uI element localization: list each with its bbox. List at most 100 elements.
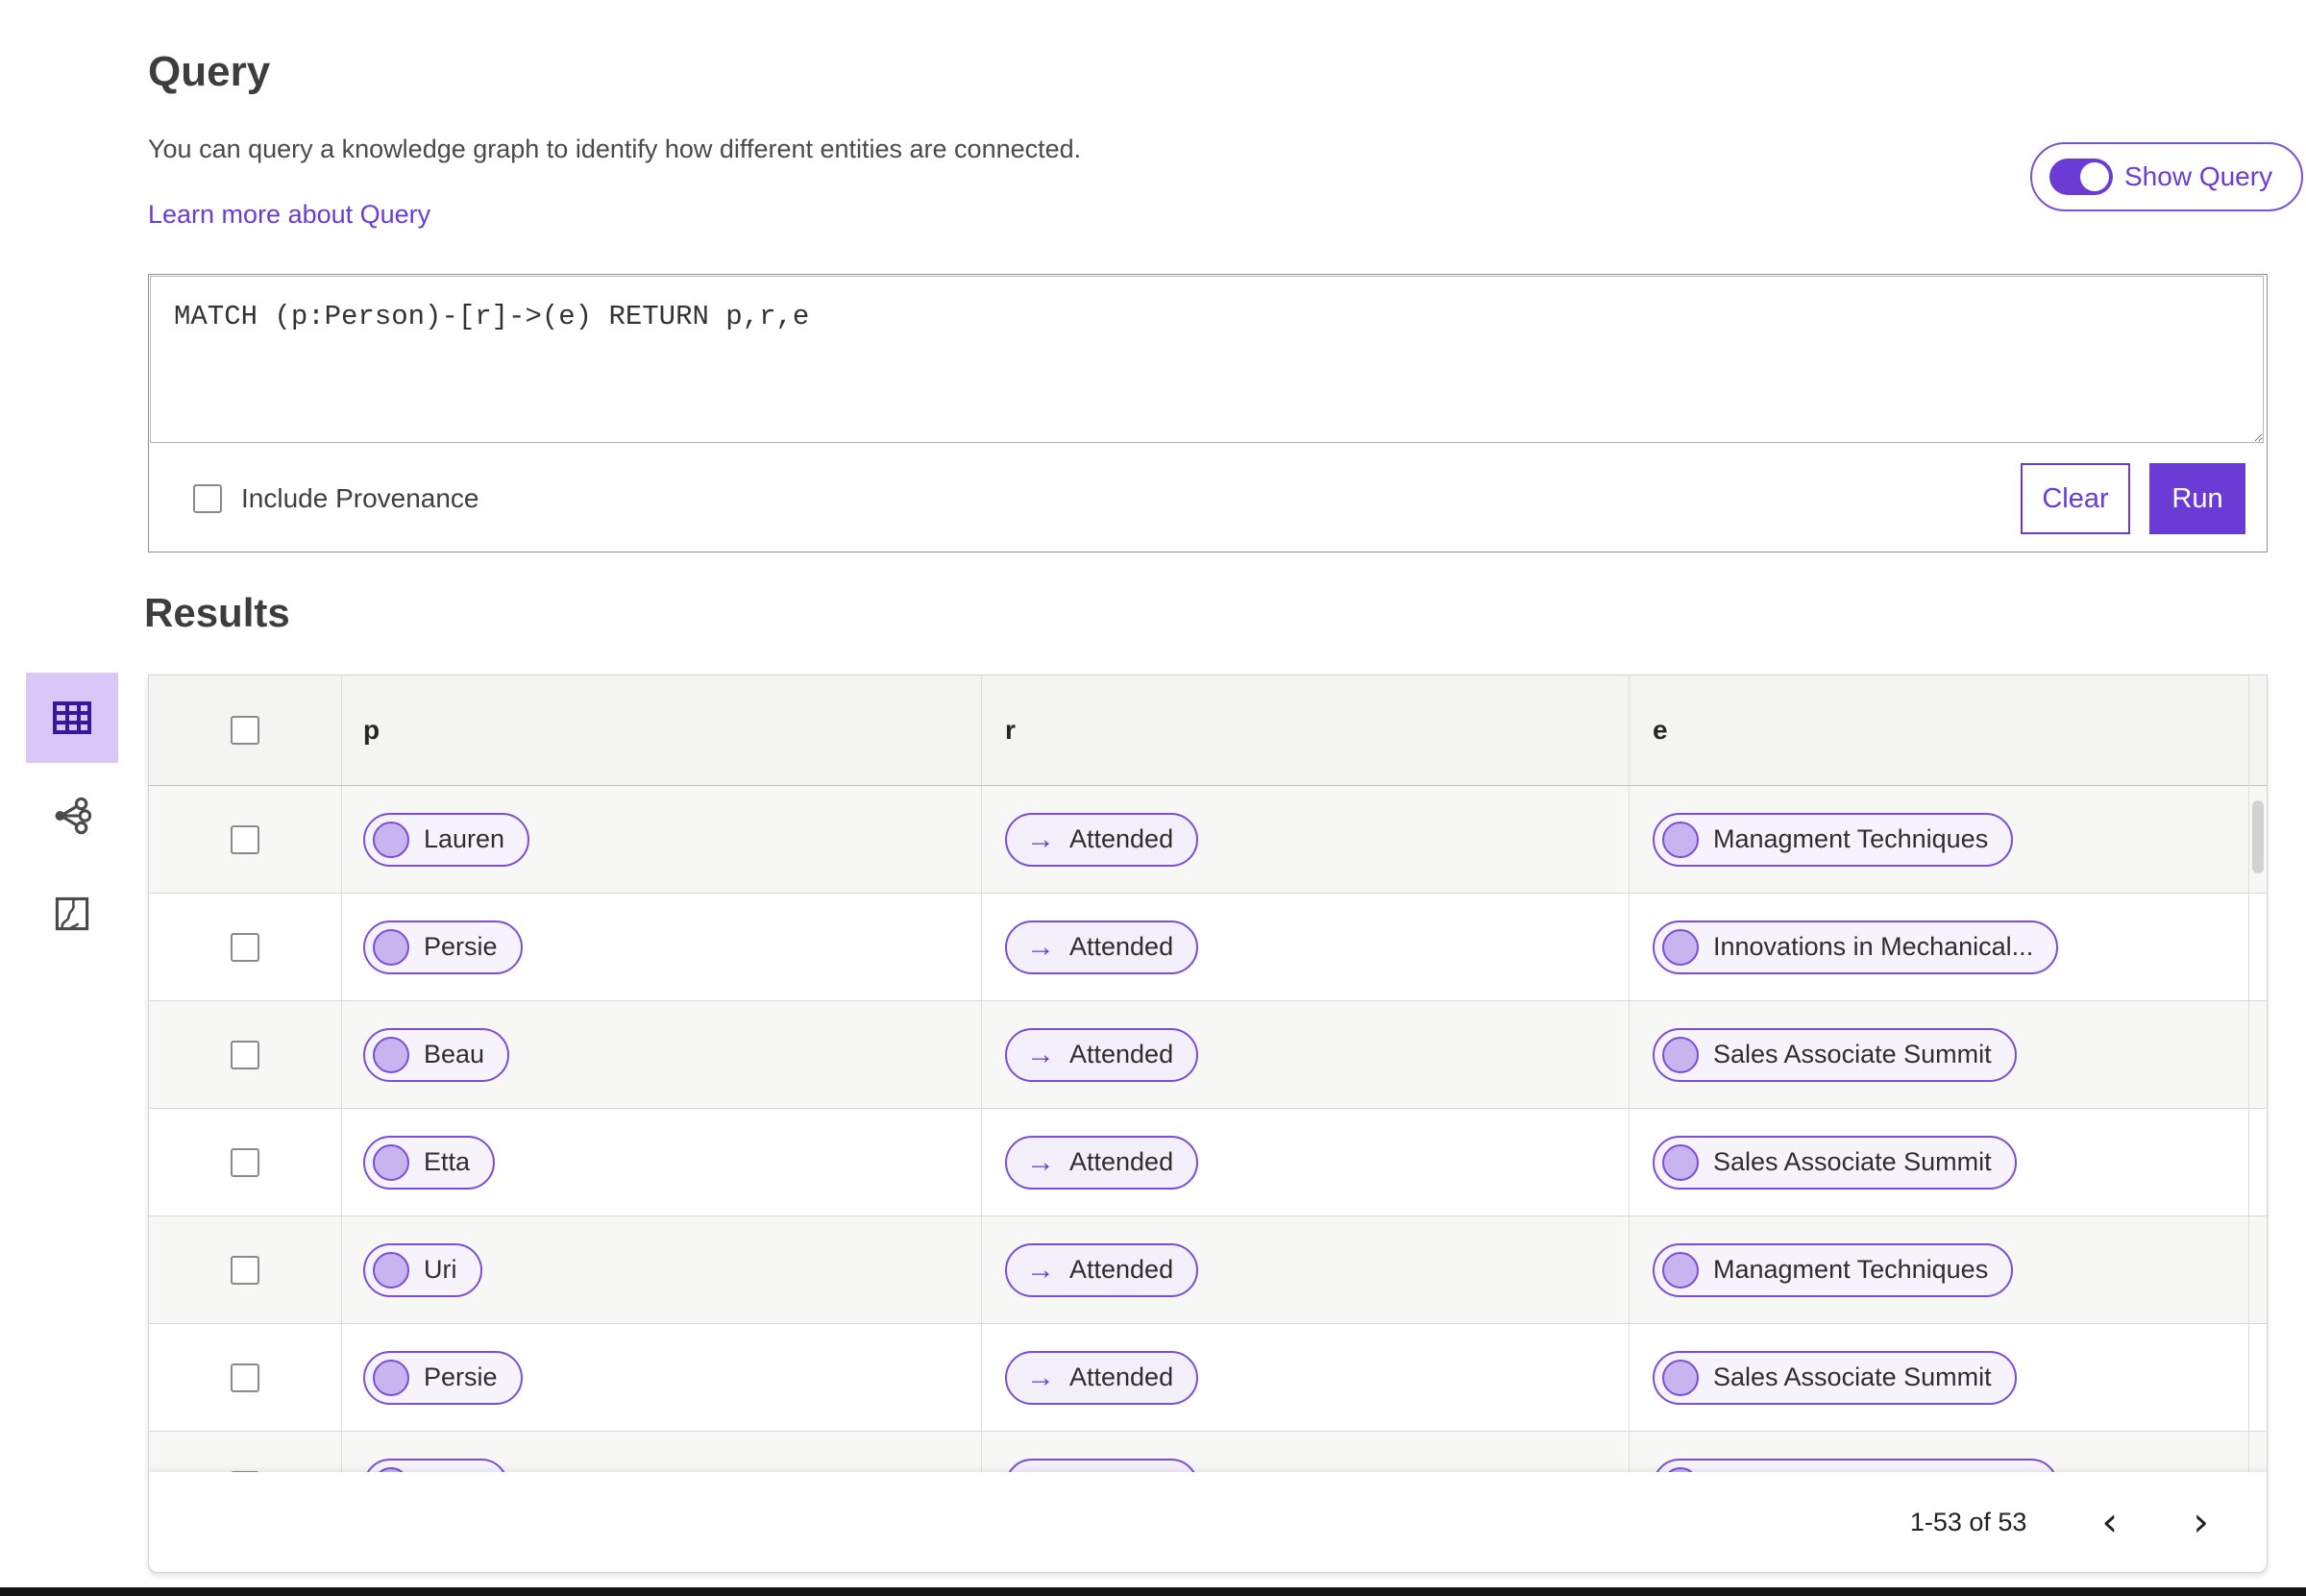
next-page-button[interactable]: › xyxy=(2193,1502,2209,1542)
map-view-button[interactable] xyxy=(43,888,101,940)
entity-label: Sales Associate Summit xyxy=(1713,1147,1992,1176)
arrow-right-icon: → xyxy=(1026,1145,1055,1178)
entity-label: Etta xyxy=(424,1147,471,1176)
table-row: Uri → Attended Managment Techniques xyxy=(149,1216,2267,1324)
table-view-button[interactable] xyxy=(26,673,118,763)
node-circle-icon xyxy=(1662,1359,1699,1396)
row-checkbox[interactable] xyxy=(231,824,259,854)
entity-pill[interactable]: Persie xyxy=(363,1350,523,1405)
relation-pill[interactable]: → Attended xyxy=(1005,1135,1199,1190)
previous-page-button[interactable]: ‹ xyxy=(2101,1502,2118,1542)
pagination-bar: 1-53 of 53 ‹ › xyxy=(149,1472,2267,1572)
map-icon xyxy=(55,896,89,931)
entity-pill[interactable]: Sales Associate Summit xyxy=(1653,1027,2017,1082)
table-row: Etta → Attended Sales Associate Summit xyxy=(149,1109,2267,1216)
column-header-e: e xyxy=(1653,715,1668,745)
table-icon xyxy=(53,701,91,734)
relation-label: Attended xyxy=(1069,1147,1174,1176)
entity-pill[interactable]: Sales Associate Summit xyxy=(1653,1350,2017,1405)
table-row: Beau → Attended Sales Associate Summit xyxy=(149,1001,2267,1109)
table-row: Lauren → Attended Managment Techniques xyxy=(149,786,2267,894)
relation-label: Attended xyxy=(1069,932,1174,961)
network-icon xyxy=(55,797,92,835)
relation-pill[interactable]: → Attended xyxy=(1005,1027,1199,1082)
node-circle-icon xyxy=(373,1143,409,1181)
node-circle-icon xyxy=(1662,928,1699,966)
node-circle-icon xyxy=(1662,821,1699,858)
relation-label: Attended xyxy=(1069,1040,1174,1068)
column-header-p: p xyxy=(363,715,380,745)
include-provenance-checkbox[interactable] xyxy=(193,484,222,513)
table-row: Persie → Attended Innovations in Mechanic… xyxy=(149,894,2267,1001)
node-circle-icon xyxy=(373,821,409,858)
relation-label: Attended xyxy=(1069,824,1174,853)
arrow-right-icon: → xyxy=(1026,823,1055,855)
toggle-knob xyxy=(2080,162,2109,191)
table-header-row: p r e xyxy=(149,675,2267,786)
pagination-range: 1-53 of 53 xyxy=(1909,1507,2027,1536)
row-checkbox[interactable] xyxy=(231,1147,259,1177)
relation-label: Attended xyxy=(1069,1363,1174,1391)
show-query-label: Show Query xyxy=(2124,161,2273,191)
entity-label: Innovations in Mechanical... xyxy=(1713,932,2034,961)
table-row: Persie → Attended Sales Associate Summit xyxy=(149,1324,2267,1432)
entity-pill[interactable]: Beau xyxy=(363,1027,510,1082)
node-circle-icon xyxy=(373,1251,409,1289)
entity-pill[interactable]: Sales Associate Summit xyxy=(1653,1135,2017,1190)
row-checkbox[interactable] xyxy=(231,1255,259,1285)
include-provenance-label: Include Provenance xyxy=(241,483,479,513)
row-checkbox[interactable] xyxy=(231,1363,259,1392)
relation-pill[interactable]: → Attended xyxy=(1005,1350,1199,1405)
entity-label: Persie xyxy=(424,1363,498,1391)
window-bottom-edge xyxy=(0,1587,2306,1596)
scrollbar-track xyxy=(2248,675,2249,1472)
entity-pill[interactable]: Managment Techniques xyxy=(1653,812,2014,867)
entity-label: Sales Associate Summit xyxy=(1713,1363,1992,1391)
page-title: Query xyxy=(148,48,271,95)
entity-label: Managment Techniques xyxy=(1713,824,1989,853)
select-all-checkbox[interactable] xyxy=(231,716,259,745)
entity-pill[interactable]: Etta xyxy=(363,1135,496,1190)
entity-pill[interactable]: Innovations in Mechanical... xyxy=(1653,920,2059,974)
column-header-r: r xyxy=(1005,715,1016,745)
include-provenance-option[interactable]: Include Provenance xyxy=(193,483,479,514)
view-switcher xyxy=(26,673,118,940)
relation-pill[interactable]: → Attended xyxy=(1005,1242,1199,1297)
results-title: Results xyxy=(144,590,290,635)
entity-label: Sales Associate Summit xyxy=(1713,1040,1992,1068)
node-circle-icon xyxy=(373,1036,409,1073)
arrow-right-icon: → xyxy=(1026,930,1055,963)
entity-label: Lauren xyxy=(424,824,505,853)
toggle-switch-icon[interactable] xyxy=(2049,159,2113,195)
run-button[interactable]: Run xyxy=(2149,463,2245,534)
page-description: You can query a knowledge graph to ident… xyxy=(148,135,1082,163)
entity-label: Beau xyxy=(424,1040,485,1068)
row-checkbox[interactable] xyxy=(231,932,259,962)
entity-label: Persie xyxy=(424,932,498,961)
entity-label: Managment Techniques xyxy=(1713,1255,1989,1284)
relation-label: Attended xyxy=(1069,1255,1174,1284)
entity-pill[interactable]: Lauren xyxy=(363,812,530,867)
node-circle-icon xyxy=(1662,1251,1699,1289)
query-input[interactable]: MATCH (p:Person)-[r]->(e) RETURN p,r,e xyxy=(150,276,2264,443)
node-circle-icon xyxy=(1662,1143,1699,1181)
entity-pill[interactable]: Uri xyxy=(363,1242,482,1297)
arrow-right-icon: → xyxy=(1026,1253,1055,1286)
relation-pill[interactable]: → Attended xyxy=(1005,920,1199,974)
relation-pill[interactable]: → Attended xyxy=(1005,812,1199,867)
entity-label: Uri xyxy=(424,1255,457,1284)
results-table: p r e Lauren → Attended Managment Techniq… xyxy=(148,675,2268,1573)
clear-button[interactable]: Clear xyxy=(2021,463,2130,534)
learn-more-link[interactable]: Learn more about Query xyxy=(148,200,430,230)
entity-pill[interactable]: Managment Techniques xyxy=(1653,1242,2014,1297)
node-circle-icon xyxy=(373,928,409,966)
query-panel: MATCH (p:Person)-[r]->(e) RETURN p,r,e I… xyxy=(148,274,2268,552)
entity-pill[interactable]: Persie xyxy=(363,920,523,974)
network-view-button[interactable] xyxy=(43,790,101,842)
row-checkbox[interactable] xyxy=(231,1040,259,1069)
node-circle-icon xyxy=(1662,1036,1699,1073)
scrollbar-thumb[interactable] xyxy=(2252,800,2264,873)
show-query-toggle[interactable]: Show Query xyxy=(2030,142,2304,211)
node-circle-icon xyxy=(373,1359,409,1396)
arrow-right-icon: → xyxy=(1026,1361,1055,1393)
